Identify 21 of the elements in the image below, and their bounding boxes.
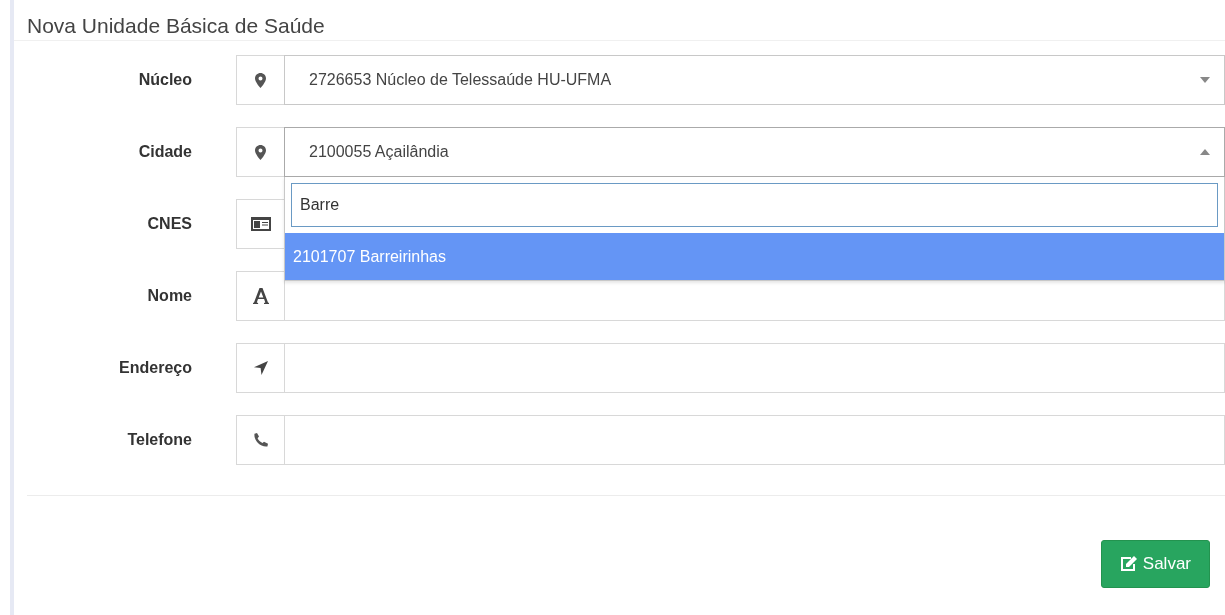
field-label: Telefone <box>126 431 192 449</box>
caret-icon <box>1200 149 1210 155</box>
field-label: Núcleo <box>137 71 192 89</box>
font-icon <box>252 288 269 304</box>
select-field[interactable]: 2726653 Núcleo de Telessaúde HU-UFMA <box>284 55 1225 105</box>
location-arrow-icon <box>253 361 268 375</box>
search-field[interactable]: Barre <box>291 183 1218 227</box>
field-label: Cidade <box>137 143 192 161</box>
input-field[interactable] <box>284 343 1225 393</box>
field-label: Endereço <box>118 359 192 377</box>
input-field[interactable] <box>284 415 1225 465</box>
map-pin-icon <box>255 144 266 160</box>
id-card-icon <box>250 217 271 231</box>
field-label: CNES <box>146 215 192 233</box>
caret-icon <box>1200 77 1210 83</box>
select-field[interactable]: 2100055 Açailândia <box>284 127 1225 177</box>
page-title: Nova Unidade Básica de Saúde <box>27 14 326 38</box>
map-pin-icon <box>255 72 266 88</box>
field-label: Nome <box>146 287 192 305</box>
phone-icon <box>253 433 268 447</box>
edit-icon <box>1119 556 1137 572</box>
